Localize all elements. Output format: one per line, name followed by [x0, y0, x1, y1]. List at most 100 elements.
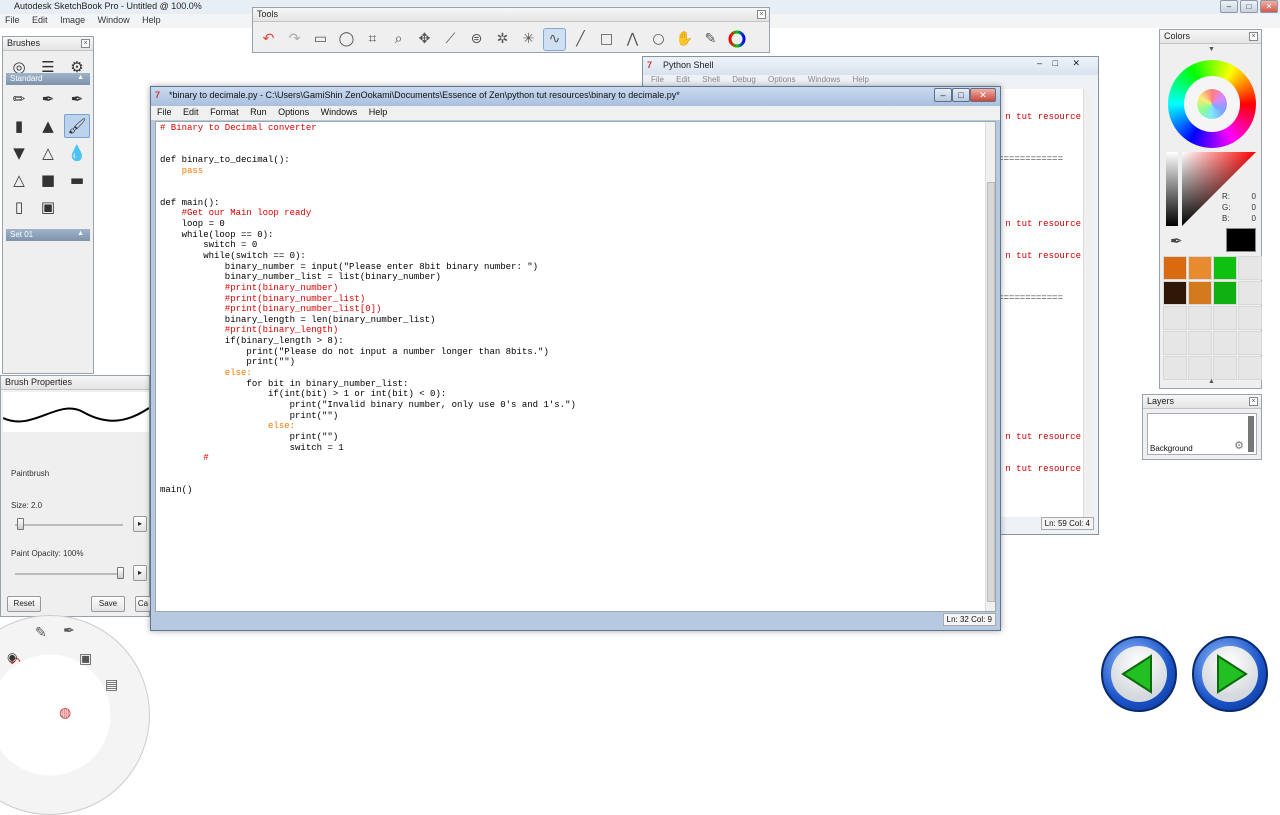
copy-icon[interactable]: ▤	[105, 676, 118, 693]
swatch[interactable]	[1238, 256, 1262, 280]
swatch[interactable]	[1238, 306, 1262, 330]
brush-set-standard[interactable]: Standard ▲	[6, 73, 90, 85]
size-step-button[interactable]: ▸	[133, 516, 147, 532]
close-button[interactable]: ✕	[1072, 58, 1080, 69]
eyedropper-icon[interactable]: ✒	[1170, 232, 1183, 250]
chisel-brush-icon[interactable]: ▼	[6, 141, 32, 165]
reset-button[interactable]: Reset	[7, 596, 41, 612]
expand-icon[interactable]: ▲	[1208, 378, 1215, 385]
close-button[interactable]: ✕	[970, 88, 996, 102]
text-icon[interactable]: ✋	[673, 28, 696, 51]
opacity-slider-track[interactable]	[15, 573, 123, 575]
layer-background[interactable]: Background ⚙	[1147, 413, 1257, 455]
swatch[interactable]	[1163, 356, 1187, 380]
editor-menu-run[interactable]: Run	[250, 107, 267, 117]
rectangle-select-icon[interactable]: ▭	[309, 28, 332, 51]
undo-icon[interactable]: ↶	[257, 28, 280, 51]
move-icon[interactable]: ✥	[413, 28, 436, 51]
editor-scrollbar[interactable]	[985, 122, 995, 611]
shell-menu-debug[interactable]: Debug	[732, 75, 756, 84]
ballpoint-brush-icon[interactable]: ✒	[35, 87, 61, 111]
menu-image[interactable]: Image	[55, 14, 90, 26]
symmetry-y-icon[interactable]: ✳	[517, 28, 540, 51]
target-icon[interactable]: ◉	[7, 650, 17, 664]
minimize-button[interactable]: –	[1037, 58, 1042, 68]
shell-menu-shell[interactable]: Shell	[702, 75, 720, 84]
brush-set-01[interactable]: Set 01 ▲	[6, 229, 90, 241]
eraser-brush-icon[interactable]: ■	[35, 168, 61, 192]
cancel-button[interactable]: Ca	[135, 596, 151, 612]
editor-menu-help[interactable]: Help	[369, 107, 388, 117]
close-icon[interactable]: ×	[81, 39, 90, 48]
shell-menu-windows[interactable]: Windows	[808, 75, 840, 84]
collapse-icon[interactable]: ▼	[1208, 46, 1215, 53]
ellipse-icon[interactable]: ○	[647, 28, 670, 51]
swatch[interactable]	[1238, 281, 1262, 305]
swatch[interactable]	[1213, 356, 1237, 380]
brush-palette-icon[interactable]: ✎	[699, 28, 722, 51]
polyline-icon[interactable]: ⋀	[621, 28, 644, 51]
close-button[interactable]: ✕	[1260, 0, 1278, 13]
value-strip[interactable]	[1166, 152, 1178, 226]
maximize-button[interactable]: □	[952, 88, 970, 102]
shell-menu-options[interactable]: Options	[768, 75, 796, 84]
ruler-icon[interactable]: ⟋	[439, 28, 462, 51]
brush-icon[interactable]: ✎	[35, 624, 47, 641]
symmetry-x-icon[interactable]: ✲	[491, 28, 514, 51]
smudge-brush-icon[interactable]: △	[6, 168, 32, 192]
zoom-icon[interactable]: ⌕	[387, 28, 410, 51]
line-icon[interactable]: ╱	[569, 28, 592, 51]
eraser-icon[interactable]: ▣	[79, 650, 92, 667]
swatch[interactable]	[1188, 306, 1212, 330]
swatch[interactable]	[1188, 256, 1212, 280]
felt-pen-brush-icon[interactable]: ▲	[35, 114, 61, 138]
close-icon[interactable]: ×	[1249, 397, 1258, 406]
editor-menu-format[interactable]: Format	[210, 107, 239, 117]
swatch[interactable]	[1163, 256, 1187, 280]
swatch[interactable]	[1238, 356, 1262, 380]
swatch[interactable]	[1238, 331, 1262, 355]
swatch[interactable]	[1188, 356, 1212, 380]
ellipse-guide-icon[interactable]: ⊜	[465, 28, 488, 51]
swatch[interactable]	[1163, 281, 1187, 305]
hard-eraser-brush-icon[interactable]: ▬	[64, 168, 90, 192]
editor-scrollbar-thumb[interactable]	[987, 182, 995, 602]
save-button[interactable]: Save	[91, 596, 125, 612]
pen-icon[interactable]: ✒	[63, 622, 75, 639]
paintbrush-brush-icon[interactable]: 🖌	[64, 114, 90, 138]
marker-brush-icon[interactable]: ▮	[6, 114, 32, 138]
color-wheel-icon[interactable]	[725, 28, 748, 51]
rectangle-icon[interactable]: □	[595, 28, 618, 51]
shell-menu-file[interactable]: File	[651, 75, 664, 84]
redo-icon[interactable]: ↷	[283, 28, 306, 51]
swatch[interactable]	[1188, 331, 1212, 355]
menu-file[interactable]: File	[0, 14, 25, 26]
menu-help[interactable]: Help	[137, 14, 166, 26]
editor-menu-windows[interactable]: Windows	[321, 107, 358, 117]
editor-menu-options[interactable]: Options	[278, 107, 309, 117]
shell-menu-edit[interactable]: Edit	[676, 75, 690, 84]
current-color-swatch[interactable]	[1226, 228, 1256, 252]
shell-menu-help[interactable]: Help	[853, 75, 869, 84]
swatch[interactable]	[1188, 281, 1212, 305]
size-slider-thumb[interactable]	[17, 518, 25, 530]
close-icon[interactable]: ×	[757, 10, 766, 19]
layer-settings-icon[interactable]: ⚙	[1234, 439, 1244, 452]
crop-icon[interactable]: ⌗	[361, 28, 384, 51]
maximize-button[interactable]: □	[1053, 58, 1058, 68]
pencil-brush-icon[interactable]: ✏	[6, 87, 32, 111]
layer-opacity-bar[interactable]	[1248, 416, 1254, 452]
minimize-button[interactable]: –	[934, 88, 952, 102]
editor-menu-file[interactable]: File	[157, 107, 172, 117]
swatch[interactable]	[1163, 331, 1187, 355]
opacity-step-button[interactable]: ▸	[133, 565, 147, 581]
menu-window[interactable]: Window	[93, 14, 135, 26]
swatch[interactable]	[1163, 306, 1187, 330]
water-brush-icon[interactable]: 💧	[64, 141, 90, 165]
maximize-button[interactable]: □	[1240, 0, 1258, 13]
opacity-slider-thumb[interactable]	[117, 567, 124, 579]
swatch[interactable]	[1213, 256, 1237, 280]
menu-edit[interactable]: Edit	[27, 14, 53, 26]
minimize-button[interactable]: –	[1220, 0, 1238, 13]
color-wheel-center[interactable]	[1196, 88, 1228, 120]
